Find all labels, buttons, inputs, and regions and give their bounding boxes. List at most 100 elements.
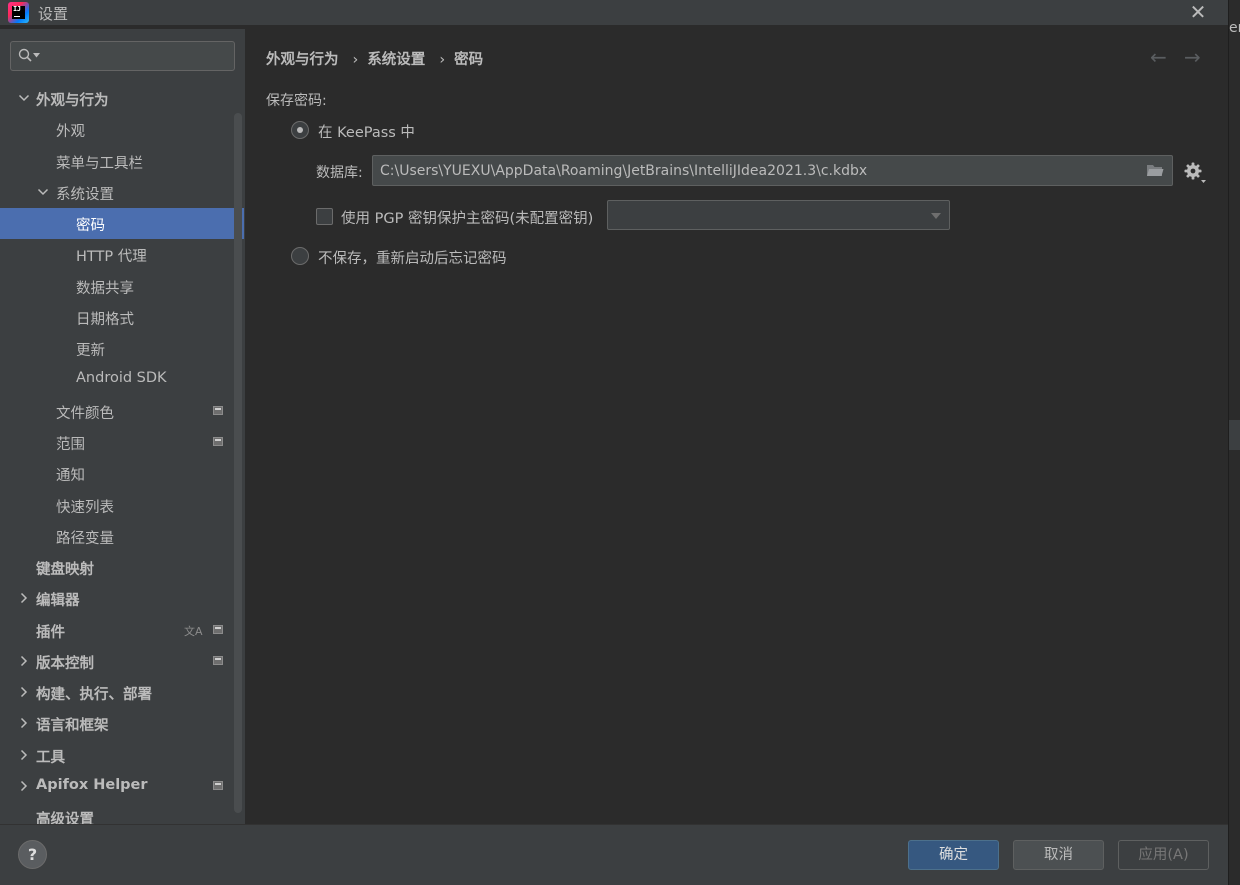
save-password-label: 保存密码: <box>266 93 327 109</box>
folder-browse-icon[interactable] <box>1146 163 1164 178</box>
breadcrumb-current: 密码 <box>454 52 484 68</box>
sidebar-item-label: 版本控制 <box>36 655 94 672</box>
sidebar-item-2[interactable]: 菜单与工具栏 <box>0 146 244 177</box>
project-level-icon <box>213 780 223 790</box>
sidebar-item-label: 快速列表 <box>56 499 114 516</box>
breadcrumb-separator: › <box>352 52 359 68</box>
close-icon[interactable]: ✕ <box>1186 1 1210 23</box>
breadcrumb: 外观与行为 › 系统设置 › 密码 <box>266 48 483 69</box>
sidebar-item-label: 外观 <box>56 124 85 141</box>
breadcrumb-separator: › <box>439 52 446 68</box>
settings-search-box[interactable] <box>10 41 235 71</box>
chevron-right-icon[interactable] <box>18 717 30 729</box>
sidebar-item-0[interactable]: 外观与行为 <box>0 83 244 114</box>
sidebar-item-11[interactable]: 范围 <box>0 427 244 458</box>
sidebar-item-label: 菜单与工具栏 <box>56 155 143 172</box>
sidebar-item-label: 更新 <box>76 343 105 360</box>
translate-icon: 文A <box>184 624 203 638</box>
sidebar-item-7[interactable]: 日期格式 <box>0 302 244 333</box>
sidebar-item-8[interactable]: 更新 <box>0 333 244 364</box>
sidebar-item-14[interactable]: 路径变量 <box>0 521 244 552</box>
dropdown-arrow-icon <box>931 213 941 219</box>
intellij-idea-logo-icon: IJ <box>8 2 29 23</box>
sidebar-item-label: 数据共享 <box>76 280 134 297</box>
chevron-right-icon[interactable] <box>18 749 30 761</box>
forward-arrow-icon[interactable]: → <box>1184 45 1201 69</box>
sidebar-scrollbar[interactable] <box>234 113 242 813</box>
pgp-key-dropdown[interactable] <box>607 200 950 230</box>
chevron-down-icon[interactable] <box>18 92 30 104</box>
breadcrumb-item[interactable]: 系统设置 <box>367 48 425 69</box>
keepass-radio-label[interactable]: 在 KeePass 中 <box>318 121 415 142</box>
sidebar-item-label: 工具 <box>36 749 65 766</box>
sidebar-item-21[interactable]: 工具 <box>0 740 244 771</box>
database-path-input[interactable] <box>380 161 1130 181</box>
sidebar-item-16[interactable]: 编辑器 <box>0 583 244 614</box>
chevron-right-icon[interactable] <box>18 655 30 667</box>
cancel-button[interactable]: 取消 <box>1013 840 1104 870</box>
sidebar-item-3[interactable]: 系统设置 <box>0 177 244 208</box>
sidebar-item-9[interactable]: Android SDK <box>0 364 244 395</box>
sidebar-item-12[interactable]: 通知 <box>0 458 244 489</box>
help-button[interactable]: ? <box>18 840 47 869</box>
project-level-icon <box>213 624 223 634</box>
project-level-icon <box>213 655 223 665</box>
title-bar: IJ 设置 ✕ <box>0 0 1228 25</box>
sidebar-item-label: 外观与行为 <box>36 93 109 109</box>
window-title: 设置 <box>38 5 69 23</box>
breadcrumb-item[interactable]: 外观与行为 <box>266 48 339 69</box>
sidebar-item-22[interactable]: Apifox Helper <box>0 771 244 802</box>
ok-button[interactable]: 确定 <box>908 840 999 870</box>
search-input[interactable] <box>43 46 223 66</box>
sidebar-item-label: 路径变量 <box>56 530 114 547</box>
sidebar-item-label: Android SDK <box>76 370 167 387</box>
sidebar-item-label: 插件 <box>36 624 65 641</box>
sidebar-item-label: 系统设置 <box>56 186 114 203</box>
sidebar-item-13[interactable]: 快速列表 <box>0 490 244 521</box>
sidebar-item-label: HTTP 代理 <box>76 249 147 266</box>
sidebar-item-18[interactable]: 版本控制 <box>0 646 244 677</box>
sidebar-item-label: 编辑器 <box>36 593 80 610</box>
sidebar-item-label: 文件颜色 <box>56 405 114 422</box>
sidebar-item-17[interactable]: 插件 文A <box>0 615 244 646</box>
project-level-icon <box>213 436 223 446</box>
sidebar-item-label: 范围 <box>56 436 85 453</box>
sidebar-item-19[interactable]: 构建、执行、部署 <box>0 677 244 708</box>
project-level-icon <box>213 405 223 415</box>
chevron-right-icon[interactable] <box>18 592 30 604</box>
sidebar-item-1[interactable]: 外观 <box>0 114 244 145</box>
sidebar-item-label: 日期格式 <box>76 311 134 328</box>
chevron-right-icon[interactable] <box>18 686 30 698</box>
sidebar-item-15[interactable]: 键盘映射 <box>0 552 244 583</box>
settings-content: 外观与行为 › 系统设置 › 密码 ← → 保存密码: 在 KeePass 中 数据库:… <box>245 29 1228 824</box>
pgp-checkbox[interactable] <box>316 208 333 225</box>
dialog-footer: ? 确定 取消 应用(A) <box>0 824 1228 885</box>
sidebar-item-label: 键盘映射 <box>36 562 94 579</box>
database-label: 数据库: <box>316 165 363 181</box>
sidebar-item-label: 语言和框架 <box>36 718 109 735</box>
chevron-right-icon[interactable] <box>18 780 30 792</box>
sidebar-item-20[interactable]: 语言和框架 <box>0 708 244 739</box>
sidebar-item-6[interactable]: 数据共享 <box>0 271 244 302</box>
sidebar-item-5[interactable]: HTTP 代理 <box>0 239 244 270</box>
sidebar-item-label: Apifox Helper <box>36 776 148 793</box>
no-save-radio[interactable] <box>291 247 309 265</box>
chevron-down-icon[interactable] <box>37 186 49 198</box>
sidebar-item-label: 密码 <box>76 218 105 235</box>
search-options-chevron-icon[interactable] <box>33 53 40 58</box>
keepass-radio[interactable] <box>291 121 309 139</box>
search-icon <box>18 48 32 62</box>
sidebar-item-label: 构建、执行、部署 <box>36 687 152 704</box>
background-ide-text: er <box>1229 20 1240 36</box>
apply-button[interactable]: 应用(A) <box>1118 840 1209 870</box>
settings-sidebar: 外观与行为外观菜单与工具栏 系统设置密码 HTTP 代理 数据共享日期格式更新 Andr… <box>0 29 245 828</box>
pgp-checkbox-label[interactable]: 使用 PGP 密钥保护主密码(未配置密钥) <box>341 207 593 228</box>
background-ide-panel <box>1229 420 1240 450</box>
sidebar-item-label: 通知 <box>56 468 85 485</box>
no-save-radio-label[interactable]: 不保存，重新启动后忘记密码 <box>318 247 507 268</box>
back-arrow-icon[interactable]: ← <box>1150 45 1167 69</box>
database-path-field[interactable] <box>372 155 1173 186</box>
gear-icon[interactable] <box>1183 160 1207 184</box>
sidebar-item-4[interactable]: 密码 <box>0 208 244 240</box>
sidebar-item-10[interactable]: 文件颜色 <box>0 396 244 427</box>
